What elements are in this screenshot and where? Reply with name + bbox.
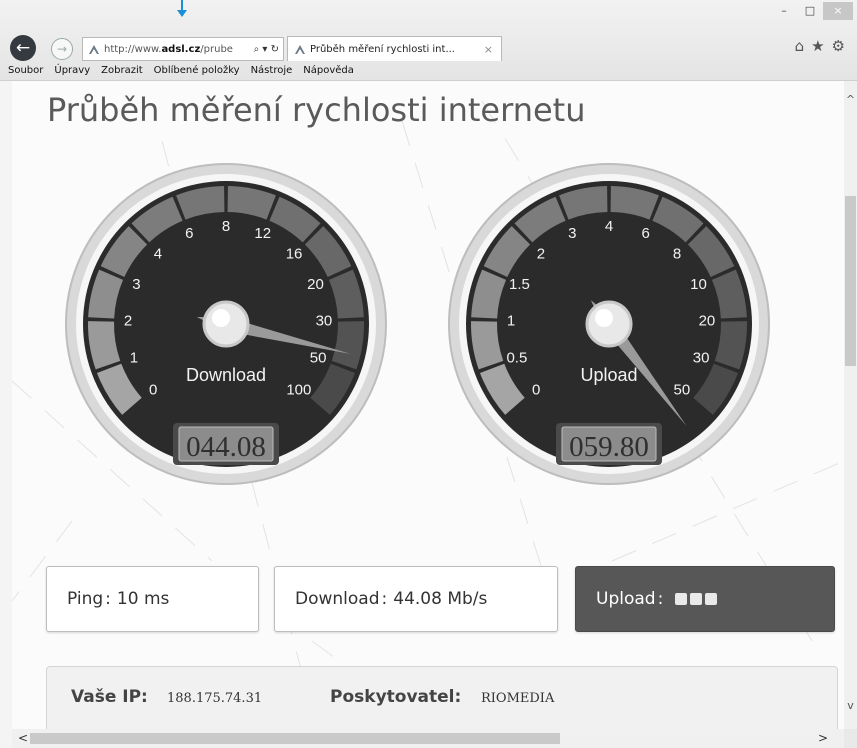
scroll-up-icon[interactable]: ^ (844, 93, 857, 106)
download-card: Download:44.08 Mb/s (274, 566, 558, 632)
page-viewport: Průběh měření rychlosti internetu 012346… (12, 81, 844, 729)
browser-tools: ⌂ ★ ⚙ (795, 37, 845, 55)
gauge-tick-label: 16 (286, 246, 303, 263)
gauge-tick-label: 2 (537, 246, 545, 263)
isp-value: RIOMEDIA (481, 691, 555, 706)
gauge-tick-label: 0 (149, 382, 157, 399)
gauge-tick-label: 6 (185, 225, 193, 242)
gauge-tick-label: 8 (673, 246, 681, 263)
download-separator: : (381, 589, 388, 609)
vertical-scroll-thumb[interactable] (845, 196, 856, 366)
ping-card: Ping:10 ms (46, 566, 259, 632)
scroll-down-icon[interactable]: v (844, 699, 857, 712)
back-button[interactable]: ← (10, 35, 36, 61)
gauge-readout-value: 044.08 (186, 431, 266, 463)
tab-title: Průběh měření rychlosti int... (310, 43, 455, 55)
horizontal-scroll-thumb[interactable] (30, 733, 560, 744)
ping-label: Ping (67, 589, 104, 609)
gauge-tick-label: 12 (254, 225, 271, 242)
gauge-tick-label: 30 (693, 350, 710, 367)
gauge-tick-label: 4 (154, 246, 162, 263)
gauge-tick-label: 3 (568, 225, 576, 242)
gauge-tick-label: 3 (132, 276, 140, 293)
ping-value: 10 ms (116, 589, 170, 609)
gauge-tick-label: 50 (673, 382, 690, 399)
gauge-svg: 012346 8 1216203050100Download044.08 (65, 163, 387, 485)
ip-value: 188.175.74.31 (167, 691, 263, 706)
menu-oblibene[interactable]: Oblíbené položky (154, 62, 240, 80)
forward-button[interactable]: → (51, 38, 73, 60)
connection-info-box: Vaše IP: 188.175.74.31 Poskytovatel: RIO… (46, 666, 838, 729)
gauge-tick-label: 20 (307, 276, 324, 293)
menu-bar: Soubor Úpravy Zobrazit Oblíbené položky … (0, 62, 365, 80)
vertical-scrollbar[interactable]: ^ v (844, 81, 857, 729)
ping-separator: : (105, 589, 111, 609)
progress-dot (675, 593, 688, 605)
gauge-tick-label: 2 (124, 313, 132, 330)
gauge-tick-label: 10 (690, 276, 707, 293)
gauge-tick-label: 4 (605, 218, 613, 235)
upload-label: Upload (596, 589, 656, 609)
upload-gauge: 0 0.5 1 1.5 2 3 4 6 8 10 20 30 50 Upload 059.80 (446, 161, 772, 487)
gauge-tick-label: 0 (532, 382, 540, 399)
address-controls[interactable]: ⌕ ▾ ↻ (254, 44, 279, 55)
settings-gear-icon[interactable]: ⚙ (832, 37, 845, 55)
gauge-readout-value: 059.80 (569, 431, 649, 463)
url-text: http://www.adsl.cz/prube (104, 43, 233, 55)
progress-dot (690, 593, 703, 605)
gauge-tick-label: 8 (222, 218, 230, 235)
tab-active[interactable]: Průběh měření rychlosti int... × (287, 36, 502, 61)
upload-progress-dots (675, 593, 718, 605)
gauge-tick-label: 50 (310, 350, 327, 367)
scroll-left-icon[interactable]: < (18, 729, 28, 748)
gauge-tick-label: 30 (316, 313, 333, 330)
gauge-tick-label: 6 (642, 225, 650, 242)
gauge-tick-label: 1 (130, 350, 138, 367)
gauge-tick-label: 20 (699, 313, 716, 330)
download-gauge: 0 1 2 3 4 6 8 12 16 20 30 50 100 Download 044.08 (63, 161, 389, 487)
home-icon[interactable]: ⌂ (795, 37, 805, 55)
menu-nastroje[interactable]: Nástroje (251, 62, 293, 80)
arrow-pointer-icon (177, 0, 187, 17)
ip-label: Vaše IP: (71, 687, 148, 707)
site-favicon-icon (89, 45, 99, 54)
scroll-right-icon[interactable]: > (818, 729, 828, 748)
isp-label: Poskytovatel: (330, 687, 462, 707)
gauge-hub-highlight (212, 309, 230, 327)
gauge-svg: 0 0.5 1 1.5 2 3 4 6 8 10 20 3050 Upload 059.80 (448, 163, 770, 485)
menu-soubor[interactable]: Soubor (8, 62, 43, 80)
tab-favicon-icon (295, 45, 305, 54)
download-label: Download (295, 589, 380, 609)
progress-dot (705, 593, 718, 605)
browser-chrome: – □ × ← → http://www.adsl.cz/prube ⌕ ▾ ↻… (0, 0, 857, 81)
minimize-button[interactable]: – (771, 2, 797, 20)
menu-zobrazit[interactable]: Zobrazit (101, 62, 143, 80)
gauge-title-label: Upload (580, 365, 637, 385)
page-title: Průběh měření rychlosti internetu (47, 91, 586, 129)
gauge-tick-label: 0.5 (506, 350, 527, 367)
upload-separator: : (657, 589, 664, 609)
gauge-title-label: Download (186, 365, 266, 385)
address-bar[interactable]: http://www.adsl.cz/prube ⌕ ▾ ↻ (82, 37, 284, 61)
favorites-star-icon[interactable]: ★ (811, 37, 824, 55)
horizontal-scrollbar[interactable]: < > (12, 729, 844, 748)
scrollbar-corner (844, 729, 857, 748)
gauge-tick-label: 1 (507, 313, 515, 330)
gauge-tick-label: 100 (286, 382, 311, 399)
maximize-button[interactable]: □ (797, 2, 823, 20)
close-window-button[interactable]: × (823, 2, 853, 20)
window-controls: – □ × (771, 2, 853, 20)
menu-napoveda[interactable]: Nápověda (303, 62, 354, 80)
gauge-hub-highlight (595, 309, 613, 327)
menu-upravy[interactable]: Úpravy (54, 62, 90, 80)
upload-card: Upload: (575, 566, 835, 632)
gauge-tick-label: 1.5 (509, 276, 530, 293)
tab-close-button[interactable]: × (484, 43, 493, 56)
download-value: 44.08 Mb/s (393, 589, 488, 609)
